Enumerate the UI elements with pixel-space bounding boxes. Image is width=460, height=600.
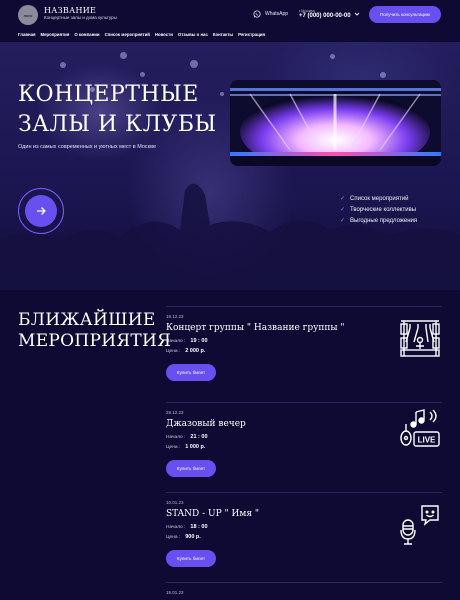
nav-item-register[interactable]: Регистрация [238, 32, 265, 37]
standup-mic-icon [400, 505, 439, 545]
whatsapp-icon[interactable] [253, 10, 261, 18]
stage-icon [400, 320, 440, 357]
events-title-line-1: БЛИЖАЙШИЕ [18, 310, 156, 330]
nav-item-home[interactable]: Главная [18, 32, 35, 37]
brand-subtitle: Концертные залы и дома культуры [44, 15, 117, 20]
concert-stage-image [230, 80, 441, 166]
event-start-row: Начало : 19 : 00 [166, 338, 208, 344]
event-price: 900 р. [185, 534, 201, 540]
events-title-line-2: МЕРОПРИЯТИЯ [18, 331, 172, 351]
nav-item-events[interactable]: Мероприятия [40, 32, 69, 37]
features-list: ✓ Список мероприятий ✓ Творческие коллекти… [340, 193, 417, 226]
event-start-time: 21 : 00 [190, 434, 208, 440]
crowd-silhouette [0, 183, 460, 290]
buy-ticket-button[interactable]: Купить билет [166, 460, 216, 477]
site-header: лого НАЗВАНИЕ Концертные залы и дома кул… [0, 0, 460, 44]
brand-name: НАЗВАНИЕ [44, 6, 97, 15]
whatsapp-link[interactable]: WhatsApp [265, 11, 288, 17]
price-label: Цена : [166, 535, 181, 540]
feature-label: Творческие коллективы [350, 206, 417, 213]
nav-item-contacts[interactable]: Контакты [213, 32, 233, 37]
divider [166, 306, 442, 307]
start-label: Начало : [166, 435, 186, 440]
event-price: 2 000 р. [185, 348, 206, 354]
phone-number[interactable]: +7 (000) 000-00-00 [299, 13, 351, 19]
events-section-title: БЛИЖАЙШИЕ МЕРОПРИЯТИЯ [18, 310, 171, 352]
event-price: 1 000 р. [185, 444, 206, 450]
buy-ticket-button[interactable]: Купить билет [166, 550, 216, 567]
divider [166, 582, 442, 583]
feature-item[interactable]: ✓ Список мероприятий [340, 193, 417, 204]
buy-ticket-button[interactable]: Купить билет [166, 364, 216, 381]
feature-label: Список мероприятий [350, 195, 409, 202]
nav-item-about[interactable]: О компании [74, 32, 99, 37]
logo[interactable]: лого [18, 5, 38, 25]
start-label: Начало : [166, 525, 186, 530]
play-button-inner[interactable] [25, 195, 57, 227]
event-title[interactable]: STAND - UP " Имя " [166, 509, 259, 519]
event-date: 15.01.23 [166, 590, 184, 595]
hero-title: КОНЦЕРТНЫЕ ЗАЛЫ И КЛУБЫ [18, 80, 217, 140]
svg-text:LIVE: LIVE [418, 436, 436, 445]
check-icon: ✓ [340, 196, 346, 202]
check-icon: ✓ [340, 218, 346, 224]
event-title[interactable]: Джазовый вечер [166, 419, 246, 429]
feature-item[interactable]: ✓ Выгодные предложения [340, 215, 417, 226]
hero-title-line-2: ЗАЛЫ И КЛУБЫ [18, 112, 217, 137]
event-date: 28.12.23 [166, 410, 184, 415]
event-start-row: Начало : 21 : 00 [166, 434, 208, 440]
consultation-button[interactable]: Получить консультацию [369, 6, 441, 23]
main-nav: Главная Мероприятия О компании Список ме… [18, 32, 265, 37]
price-label: Цена : [166, 349, 181, 354]
live-music-icon: LIVE [400, 409, 440, 447]
hero-subtitle: Один из самых современных и уютных мест … [18, 144, 157, 150]
feature-item[interactable]: ✓ Творческие коллективы [340, 204, 417, 215]
event-start-time: 19 : 00 [190, 338, 208, 344]
event-date: 18.12.23 [166, 314, 184, 319]
start-label: Начало : [166, 339, 186, 344]
event-date: 10.01.23 [166, 500, 184, 505]
nav-item-event-list[interactable]: Список мероприятий [105, 32, 150, 37]
feature-label: Выгодные предложения [350, 217, 418, 224]
divider [166, 402, 442, 403]
event-start-row: Начало : 18 : 00 [166, 524, 208, 530]
play-video-button[interactable] [18, 188, 64, 234]
chevron-down-icon[interactable] [354, 11, 360, 17]
nav-item-reviews[interactable]: Отзывы о нас [178, 32, 208, 37]
arrow-right-icon [37, 207, 46, 215]
event-price-row: Цена : 1 000 р. [166, 444, 205, 450]
divider [166, 492, 442, 493]
event-start-time: 18 : 00 [190, 524, 208, 530]
check-icon: ✓ [340, 207, 346, 213]
event-price-row: Цена : 900 р. [166, 534, 201, 540]
logo-text: лого [23, 12, 33, 18]
price-label: Цена : [166, 445, 181, 450]
event-title[interactable]: Концерт группы " Название группы " [166, 323, 345, 333]
hero-title-line-1: КОНЦЕРТНЫЕ [18, 82, 199, 107]
nav-item-news[interactable]: Новости [155, 32, 173, 37]
event-price-row: Цена : 2 000 р. [166, 348, 205, 354]
